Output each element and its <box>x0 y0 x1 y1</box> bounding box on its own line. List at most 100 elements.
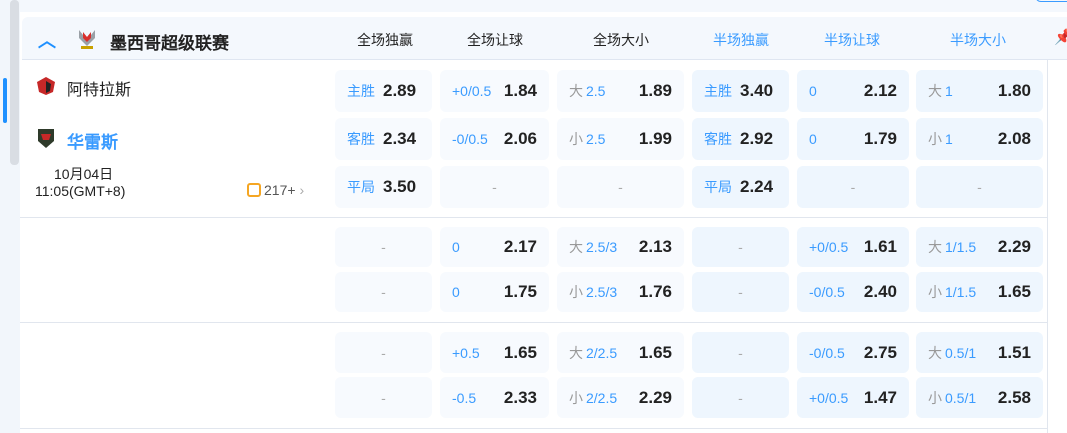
odds-cell[interactable]: 0 2.12 <box>797 70 909 112</box>
odds-cell[interactable]: 客胜 2.92 <box>692 118 789 160</box>
odds-cell-empty: - <box>440 166 549 208</box>
odds-line: 主胜 <box>704 83 732 99</box>
match-datetime: 10月04日 11:05(GMT+8) <box>35 166 125 200</box>
odds-value: 1.61 <box>863 237 897 256</box>
more-count: 217+ <box>264 182 296 198</box>
atlas-logo <box>37 77 55 95</box>
odds-line: 1/1.5 <box>945 239 977 255</box>
odds-value: 2.29 <box>997 237 1031 256</box>
odds-cell-empty: - <box>335 227 432 267</box>
odds-cell[interactable]: 0 2.17 <box>440 227 549 267</box>
odds-side: 小 <box>569 284 583 300</box>
divider <box>20 428 1047 429</box>
odds-value: 1.80 <box>997 81 1031 100</box>
col-ht-totals: 半场大小 <box>950 32 1006 48</box>
odds-line: +0/0.5 <box>452 83 492 99</box>
odds-line: +0.5 <box>452 344 480 361</box>
top-button[interactable] <box>1035 0 1067 2</box>
odds-cell[interactable]: 大 0.5/1 1.51 <box>916 332 1043 373</box>
odds-cell[interactable]: 小 2.5 1.99 <box>557 118 684 160</box>
odds-line: 2.5 <box>586 131 606 147</box>
odds-value: 1.51 <box>997 342 1031 362</box>
odds-value: 2.34 <box>383 129 417 148</box>
odds-side: 小 <box>569 131 583 147</box>
odds-line: 0 <box>452 239 460 255</box>
odds-value: 2.33 <box>503 387 537 407</box>
odds-line: -0/0.5 <box>809 344 845 361</box>
odds-side: 大 <box>569 239 583 255</box>
odds-cell[interactable]: 小 0.5/1 2.58 <box>916 377 1043 418</box>
odds-cell[interactable]: 小 2.5/3 1.76 <box>557 272 684 312</box>
pin-icon[interactable]: 📌 <box>1054 28 1067 46</box>
odds-cell[interactable]: -0/0.5 2.40 <box>797 272 909 312</box>
odds-cell[interactable]: 小 2/2.5 2.29 <box>557 377 684 418</box>
odds-value: 2.75 <box>863 342 897 362</box>
odds-cell[interactable]: 主胜 3.40 <box>692 70 789 112</box>
odds-cell[interactable]: 大 2.5 1.89 <box>557 70 684 112</box>
scrollbar[interactable] <box>10 0 19 165</box>
odds-cell[interactable]: 主胜 2.89 <box>335 70 432 112</box>
odds-cell[interactable]: 大 2/2.5 1.65 <box>557 332 684 373</box>
odds-cell[interactable]: 客胜 2.34 <box>335 118 432 160</box>
league-header: ︿ 墨西哥超级联赛 全场独赢 全场让球 全场大小 半场独赢 半场让球 半场大小 … <box>22 17 1067 60</box>
odds-cell[interactable]: -0/0.5 2.06 <box>440 118 549 160</box>
odds-cell[interactable]: +0/0.5 1.84 <box>440 70 549 112</box>
odds-cell-empty: - <box>692 272 789 312</box>
odds-value: 1.79 <box>863 129 897 148</box>
odds-value: 2.58 <box>997 387 1031 407</box>
col-ht-1x2: 半场独赢 <box>713 32 769 48</box>
col-ft-handicap: 全场让球 <box>467 32 523 48</box>
home-team[interactable]: 阿特拉斯 <box>67 76 131 100</box>
odds-side: 大 <box>569 83 583 99</box>
odds-line: 0 <box>809 83 817 99</box>
odds-cell[interactable]: 小 1 2.08 <box>916 118 1043 160</box>
odds-side: 大 <box>928 344 942 361</box>
odds-value: 1.65 <box>503 342 537 362</box>
odds-value: 1.84 <box>503 81 537 100</box>
odds-cell[interactable]: 大 1/1.5 2.29 <box>916 227 1043 267</box>
odds-value: 1.99 <box>638 129 672 148</box>
odds-value: 2.40 <box>863 282 897 301</box>
chevron-up-icon[interactable]: ︿ <box>38 27 56 53</box>
markets-icon <box>247 183 261 197</box>
away-team[interactable]: 华雷斯 <box>67 128 118 153</box>
odds-line: 0.5/1 <box>945 344 977 361</box>
odds-value: 1.65 <box>997 282 1031 301</box>
col-ft-totals: 全场大小 <box>593 32 649 48</box>
odds-value: 1.76 <box>638 282 672 301</box>
odds-cell-empty: - <box>692 227 789 267</box>
odds-value: 2.12 <box>863 81 897 100</box>
divider <box>1047 60 1048 433</box>
odds-value: 2.17 <box>503 237 537 256</box>
odds-cell[interactable]: 平局 2.24 <box>692 166 789 208</box>
odds-value: 1.65 <box>638 342 672 362</box>
odds-cell[interactable]: 平局 3.50 <box>335 166 432 208</box>
league-name: 墨西哥超级联赛 <box>110 34 229 53</box>
odds-line: 1/1.5 <box>945 284 977 300</box>
odds-line: 1 <box>945 83 953 99</box>
odds-line: 0 <box>452 284 460 300</box>
odds-value: 2.06 <box>503 129 537 148</box>
odds-value: 2.08 <box>997 129 1031 148</box>
odds-line: +0/0.5 <box>809 239 849 255</box>
odds-cell[interactable]: +0/0.5 1.47 <box>797 377 909 418</box>
odds-cell-empty: - <box>692 377 789 418</box>
divider <box>20 322 1047 323</box>
odds-cell[interactable]: 大 2.5/3 2.13 <box>557 227 684 267</box>
more-markets-link[interactable]: 217+ › <box>247 182 304 198</box>
odds-side: 小 <box>928 284 942 300</box>
juarez-logo <box>38 129 54 148</box>
odds-value: 1.89 <box>638 81 672 100</box>
odds-cell[interactable]: 0 1.75 <box>440 272 549 312</box>
odds-cell[interactable]: -0.5 2.33 <box>440 377 549 418</box>
left-sidebar <box>0 0 20 433</box>
odds-cell[interactable]: -0/0.5 2.75 <box>797 332 909 373</box>
odds-cell[interactable]: 0 1.79 <box>797 118 909 160</box>
odds-cell[interactable]: 小 1/1.5 1.65 <box>916 272 1043 312</box>
odds-cell[interactable]: +0/0.5 1.61 <box>797 227 909 267</box>
odds-value: 2.13 <box>638 237 672 256</box>
odds-cell[interactable]: 大 1 1.80 <box>916 70 1043 112</box>
odds-value: 2.24 <box>740 177 774 196</box>
odds-line: 平局 <box>704 179 732 195</box>
odds-cell[interactable]: +0.5 1.65 <box>440 332 549 373</box>
